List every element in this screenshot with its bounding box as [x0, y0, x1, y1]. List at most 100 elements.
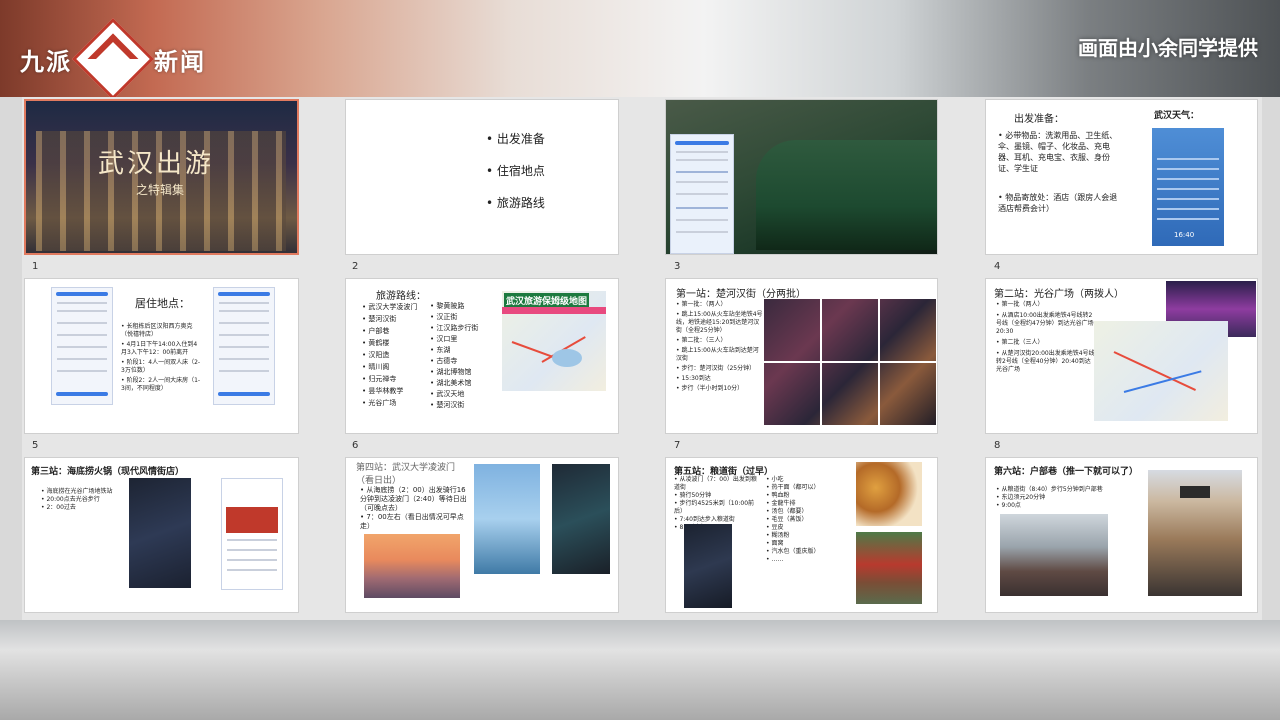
alley-photo [1000, 514, 1108, 596]
sunrise-photo [364, 534, 460, 598]
list-item: • 9:00点 [996, 502, 1021, 509]
map-title: 武汉旅游保姆级地图 [504, 293, 590, 308]
ticket-screenshot [670, 134, 734, 254]
list-item: • 楚河汉街 [362, 315, 397, 323]
slide-10-title: 第四站：武汉大学凌波门（看日出） [356, 463, 456, 486]
booking-screenshot-left [51, 287, 113, 405]
map-screenshot-dark [129, 478, 191, 588]
list-item: • 7:40到达步入粮道街 [674, 516, 735, 523]
slide-number: 2 [352, 261, 359, 272]
slide-number: 7 [674, 440, 681, 451]
slide-8-list: • 第一批（两人） • 从酒店10:00出发乘地铁4号线转2号线（全程约47分钟）… [996, 301, 1096, 377]
map-banner [502, 307, 606, 314]
list-item: • 晴川阁 [362, 363, 390, 371]
slide-2-item-2: • 住宿地点 [486, 164, 545, 178]
list-item: • 面窝 [766, 540, 784, 547]
night-photo-grid [764, 299, 936, 427]
image-credit: 画面由小余同学提供 [1078, 36, 1258, 60]
slide-thumbnail-11[interactable]: 第五站：粮道街（过早） • 从凌波门（7：00）出发到粮道街 • 骑行50分钟 • … [665, 457, 938, 613]
list-item: • 第一批（两人） [996, 301, 1044, 308]
slide-1-title: 武汉出游 [98, 149, 215, 179]
slide-4-title: 出发准备： [1014, 114, 1064, 125]
list-item: • 汉口里 [430, 335, 458, 343]
slide-thumbnail-4[interactable]: 出发准备： 武汉天气： • 必带物品：洗漱用品、卫生纸、伞、墨镜、帽子、化妆品、… [985, 99, 1258, 255]
slide-7-title: 第一站：楚河汉街（分两批） [676, 289, 806, 300]
list-item: • 毛豆（蒸饭） [766, 516, 808, 523]
list-item: • 第一批：（两人） [676, 301, 727, 308]
slide-number: 1 [32, 261, 39, 272]
train-body [756, 140, 937, 250]
slide-number: 6 [352, 440, 359, 451]
slide-thumbnail-10[interactable]: 第四站：武汉大学凌波门（看日出） • 从海底捞（2：00）出发骑行16分钟到达凌… [345, 457, 619, 613]
slide-12-title: 第六站：户部巷（推一下就可以了） [994, 467, 1139, 477]
slide-number: 4 [994, 261, 1001, 272]
gate-sign-icon [1180, 486, 1210, 498]
list-item: • 金龍牛排 [766, 500, 796, 507]
restaurant-screenshot [221, 478, 283, 590]
list-item: • 海底捞在光谷广场地铁站 [41, 488, 113, 495]
slide-thumbnail-2[interactable]: • 出发准备 • 住宿地点 • 旅游路线 [345, 99, 619, 255]
list-item: • 从凌波门（7：00）出发到粮道街 [674, 476, 757, 491]
lake-shape [552, 349, 582, 367]
list-item: • 昙华林教学 [362, 387, 404, 395]
list-item: • 小吃 [766, 476, 784, 483]
route-list-col1: • 武汉大学凌波门 • 楚河汉街 • 户部巷 • 黄鹤楼 • 汉阳造 • 晴川阁 • 归元禅… [362, 301, 432, 409]
logo-mark-icon [71, 17, 155, 101]
slide-thumbnail-8[interactable]: 第二站：光谷广场（两拨人） • 第一批（两人） • 从酒店10:00出发乘地铁4号… [985, 278, 1258, 434]
slide-9-title: 第三站：海底捞火锅（现代风情街店） [31, 467, 185, 477]
list-item: • 汤包（都要） [766, 508, 808, 515]
food-photo [856, 462, 922, 526]
route-list-col2: • 黎黄陂路 • 汉正街 • 江汉路步行街 • 汉口里 • 东湖 • 古德寺 • 湖北博物馆… [430, 301, 500, 411]
slide-12-list: • 从粮道街（8:40）步行5分钟到户部巷 • 东边须元20分钟 • 9:00点 [996, 486, 1106, 510]
slide-thumbnail-6[interactable]: 旅游路线： • 武汉大学凌波门 • 楚河汉街 • 户部巷 • 黄鹤楼 • 汉阳造 • 晴川… [345, 278, 619, 434]
street-shop-photo [856, 532, 922, 604]
list-item: • 从粮道街（8:40）步行5分钟到户部巷 [996, 486, 1103, 493]
list-item: • 江汉路步行街 [430, 324, 479, 332]
list-item: • 归元禅寺 [362, 375, 397, 383]
slide-thumbnail-5[interactable]: 居住地点： • 长租栋后区汉阳西方奥克（悦禧特店） • 4月1日下午14:00入… [24, 278, 299, 434]
list-item: • 古德寺 [430, 357, 458, 365]
list-item: • 东边须元20分钟 [996, 494, 1046, 501]
restaurant-banner [226, 507, 278, 533]
list-item: • 第二批（三人） [996, 339, 1044, 346]
slide-5-item-4: • 阶段2：2人一间大床房（1-3间，不同程度） [121, 377, 201, 392]
weather-time: 16:40 [1174, 231, 1195, 239]
slide-4-item-1: • 必带物品：洗漱用品、卫生纸、伞、墨镜、帽子、化妆品、充电器、耳机、充电宝、衣… [998, 131, 1118, 173]
list-item: • …… [766, 556, 784, 563]
slide-thumbnail-12[interactable]: 第六站：户部巷（推一下就可以了） • 从粮道街（8:40）步行5分钟到户部巷 • … [985, 457, 1258, 613]
list-item: • 鸭血粉 [766, 492, 790, 499]
list-item: • 汽水包（重庆版） [766, 548, 820, 555]
weather-screenshot: 16:40 [1152, 128, 1224, 246]
list-item: • 武汉天地 [430, 390, 465, 398]
slide-thumbnail-9[interactable]: 第三站：海底捞火锅（现代风情街店） • 海底捞在光谷广场地铁站 • 20:00点去… [24, 457, 299, 613]
route-map [1094, 321, 1228, 421]
list-item: • 豆皮 [766, 524, 784, 531]
logo-left-text: 九派 [20, 47, 72, 76]
slide-thumbnail-3[interactable] [665, 99, 938, 255]
list-item: • 湖北美术馆 [430, 379, 472, 387]
slide-thumbnail-7[interactable]: 第一站：楚河汉街（分两批） • 第一批：（两人） • 跳上15:00从火车站坐地铁… [665, 278, 938, 434]
list-item: • 跳上15:00从火车站坐地铁4号线，地铁途经15:20到达楚河汉街（全程25… [676, 311, 763, 334]
slide-number: 8 [994, 440, 1001, 451]
list-item: • 步行约4525米到（10:00前后） [674, 500, 755, 515]
list-item: • 糊汤粉 [766, 532, 790, 539]
list-item: • 步行（半小时到10分） [676, 385, 744, 392]
slide-8-title: 第二站：光谷广场（两拨人） [994, 289, 1124, 300]
list-item: • 黎黄陂路 [430, 302, 465, 310]
slide-thumbnail-1[interactable]: 武汉出游 之特辑集 [24, 99, 299, 255]
list-item: • 骑行50分钟 [674, 492, 712, 499]
list-item: • 光谷广场 [362, 399, 397, 407]
slide-number: 3 [674, 261, 681, 272]
slide-11-food-list: • 小吃 • 热干面（都可以） • 鸭血粉 • 金龍牛排 • 汤包（都要） • 毛豆（蒸饭… [766, 476, 852, 564]
list-item: • 从酒店10:00出发乘地铁4号线转2号线（全程约47分钟）到达光谷广场20:… [996, 312, 1094, 335]
slide-2-item-1: • 出发准备 [486, 132, 545, 146]
slide-5-title: 居住地点： [135, 297, 190, 310]
slide-5-item-3: • 阶段1：4人一间双人床（2-3万位数） [121, 359, 201, 374]
list-item: • 户部巷 [362, 327, 390, 335]
map-screenshot-dark [552, 464, 610, 574]
slide-1-subtitle: 之特辑集 [136, 183, 185, 197]
slide-number: 5 [32, 440, 39, 451]
logo-right-text: 新闻 [154, 47, 206, 76]
list-item: • 从海底捞（2：00）出发骑行16分钟到达凌波门（2:40）等待日出（可晚点去… [360, 486, 467, 512]
list-item: • 15:30到达 [676, 375, 711, 382]
